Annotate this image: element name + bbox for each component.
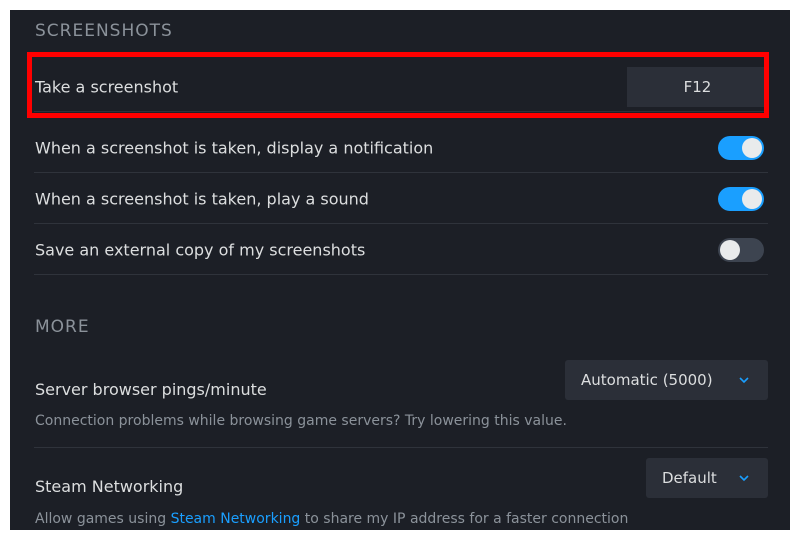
external-copy-row: Save an external copy of my screenshots	[34, 225, 768, 275]
section-header-screenshots: SCREENSHOTS	[35, 21, 173, 41]
divider	[34, 447, 768, 448]
sound-label: When a screenshot is taken, play a sound	[35, 189, 369, 208]
toggle-knob	[742, 188, 762, 209]
sound-row: When a screenshot is taken, play a sound	[34, 174, 768, 224]
external-copy-label: Save an external copy of my screenshots	[35, 240, 366, 259]
steam-networking-description: Allow games using Steam Networking to sh…	[35, 511, 628, 527]
steam-networking-dropdown[interactable]: Default	[646, 458, 768, 498]
chevron-down-icon	[739, 377, 749, 384]
networking-desc-post: to share my IP address for a faster conn…	[304, 511, 629, 527]
red-highlight-box	[27, 52, 769, 118]
steam-networking-link[interactable]: Steam Networking	[171, 511, 301, 527]
sound-toggle[interactable]	[718, 186, 764, 211]
notify-label: When a screenshot is taken, display a no…	[35, 138, 434, 157]
toggle-knob	[742, 137, 762, 158]
chevron-down-icon	[739, 475, 749, 482]
steam-networking-value: Default	[662, 469, 717, 487]
server-pings-dropdown[interactable]: Automatic (5000)	[565, 360, 768, 400]
toggle-knob	[720, 239, 740, 260]
steam-networking-label: Steam Networking	[35, 477, 184, 496]
notify-row: When a screenshot is taken, display a no…	[34, 123, 768, 173]
server-pings-value: Automatic (5000)	[581, 371, 713, 389]
server-pings-description: Connection problems while browsing game …	[35, 413, 567, 429]
notify-toggle[interactable]	[718, 135, 764, 160]
networking-desc-pre: Allow games using	[35, 511, 167, 527]
server-pings-label: Server browser pings/minute	[35, 380, 267, 399]
settings-panel: SCREENSHOTS Take a screenshot F12 When a…	[10, 10, 790, 530]
section-header-more: MORE	[35, 317, 90, 337]
external-copy-toggle[interactable]	[718, 237, 764, 262]
